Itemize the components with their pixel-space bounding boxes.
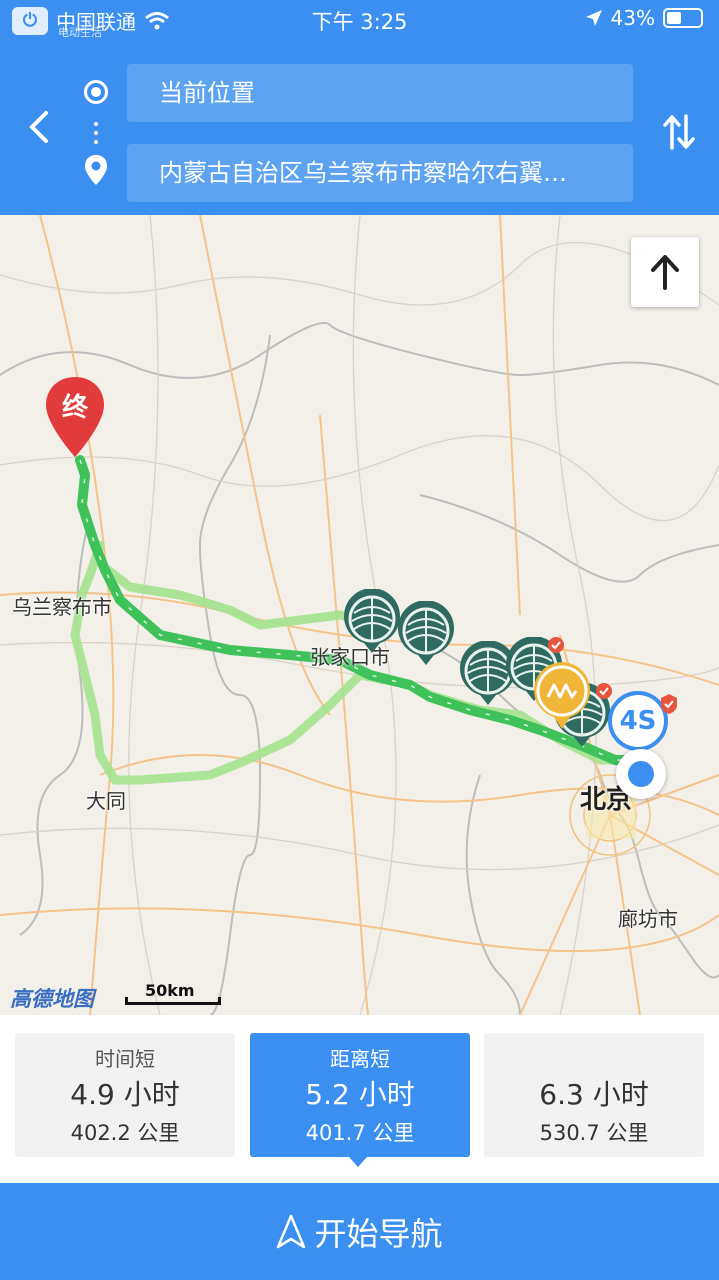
arrow-up-icon	[651, 255, 679, 290]
connector-dots-icon	[94, 122, 98, 144]
map-brand-logo: 高德地图	[10, 987, 94, 1011]
destination-pin-icon	[85, 155, 107, 185]
status-right: 43%	[585, 6, 703, 30]
route-time: 5.2 小时	[305, 1078, 415, 1111]
route-header: ⏻ 中国联通 下午 3:25 43% 电动生活 当前位置 内蒙古自治区乌兰察布市…	[0, 0, 719, 215]
battery-percent: 43%	[610, 6, 655, 30]
service-area-icon[interactable]	[532, 661, 592, 731]
city-label-ulanqab: 乌兰察布市	[12, 595, 112, 619]
route-endpoint-icons	[80, 70, 112, 200]
map-view[interactable]: 乌兰察布市 张家口市 大同 北京 廊坊市 终 4S 高德地图 50km	[0, 215, 719, 1015]
back-button[interactable]	[18, 105, 58, 149]
swap-icon[interactable]	[661, 112, 697, 152]
watermark-text: 电动生活	[58, 26, 102, 39]
navigation-arrow-icon	[277, 1214, 306, 1248]
end-marker[interactable]: 终	[44, 375, 106, 459]
city-label-langfang: 廊坊市	[618, 907, 678, 931]
route-tag: 时间短	[95, 1047, 155, 1071]
destination-field[interactable]: 内蒙古自治区乌兰察布市察哈尔右翼…	[127, 144, 633, 202]
route-option-3[interactable]: 6.3 小时 530.7 公里	[484, 1033, 704, 1157]
route-tag: 距离短	[330, 1047, 390, 1071]
chevron-left-icon	[29, 111, 48, 143]
origin-field[interactable]: 当前位置	[127, 64, 633, 122]
scale-bar	[125, 997, 221, 1005]
compass-button[interactable]	[631, 237, 699, 307]
current-location-icon	[616, 749, 666, 799]
route-distance: 401.7 公里	[305, 1121, 415, 1145]
poi-4s-label: 4S	[619, 706, 657, 736]
route-distance: 530.7 公里	[539, 1121, 649, 1145]
location-arrow-icon	[585, 10, 602, 26]
selected-caret-icon	[349, 1157, 367, 1167]
route-options: 时间短 4.9 小时 402.2 公里 距离短 5.2 小时 401.7 公里 …	[0, 1015, 719, 1183]
end-marker-label: 终	[61, 393, 88, 423]
route-option-1[interactable]: 时间短 4.9 小时 402.2 公里	[15, 1033, 235, 1157]
start-navigation-button[interactable]: 开始导航	[0, 1183, 719, 1280]
route-time: 4.9 小时	[70, 1078, 180, 1111]
map-scale: 50km	[125, 981, 221, 1005]
city-label-datong: 大同	[86, 789, 126, 813]
route-distance: 402.2 公里	[70, 1121, 180, 1145]
charging-station-icon[interactable]	[396, 601, 456, 667]
origin-icon	[84, 80, 108, 104]
battery-icon	[663, 8, 703, 28]
route-time: 6.3 小时	[539, 1078, 649, 1111]
start-navigation-label: 开始导航	[314, 1214, 443, 1253]
route-option-2-selected[interactable]: 距离短 5.2 小时 401.7 公里	[250, 1033, 470, 1157]
verified-badge-icon	[661, 694, 677, 714]
charging-station-icon[interactable]	[342, 589, 402, 655]
status-bar: ⏻ 中国联通 下午 3:25 43%	[0, 0, 719, 40]
route-planner-screen: { "status_bar": { "carrier": "中国联通", "wa…	[0, 0, 719, 1280]
